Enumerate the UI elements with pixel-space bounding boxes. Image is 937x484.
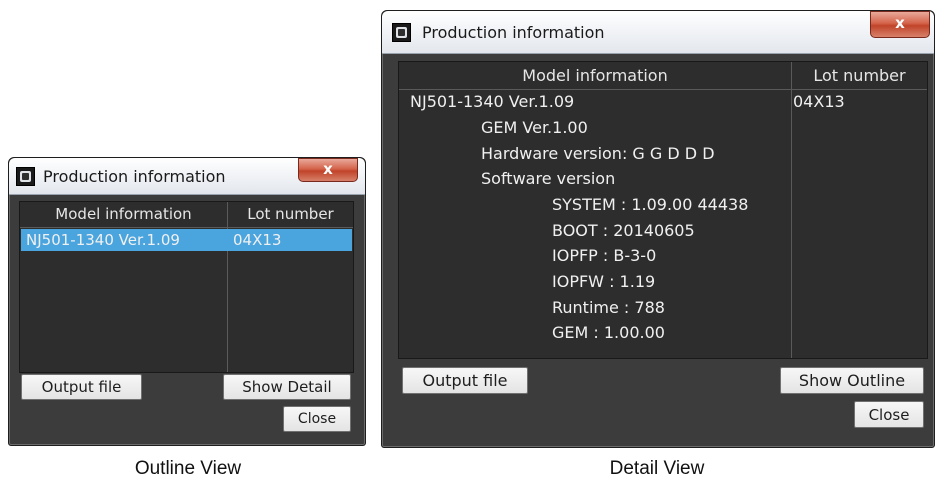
app-icon <box>392 23 411 42</box>
software-item-gem[interactable]: GEM : 1.00.00 <box>552 323 665 342</box>
detail-software-version-label[interactable]: Software version <box>481 169 615 188</box>
detail-hardware-version[interactable]: Hardware version: G G D D D <box>481 144 715 163</box>
software-item-iopfp[interactable]: IOPFP : B-3-0 <box>552 246 656 265</box>
detail-titlebar[interactable]: Production information x <box>382 11 934 54</box>
outline-titlebar[interactable]: Production information x <box>9 158 365 195</box>
output-file-button[interactable]: Output file <box>402 367 528 394</box>
software-item-system[interactable]: SYSTEM : 1.09.00 44438 <box>552 195 748 214</box>
show-outline-button[interactable]: Show Outline <box>780 367 924 394</box>
detail-window-title: Production information <box>422 23 605 42</box>
close-icon[interactable]: x <box>298 158 358 182</box>
software-item-iopfw[interactable]: IOPFW : 1.19 <box>552 272 655 291</box>
outline-window-title: Production information <box>43 167 226 186</box>
show-detail-button[interactable]: Show Detail <box>223 374 351 400</box>
detail-table: Model information Lot number NJ501-1340 … <box>398 61 928 359</box>
detail-dialog: Production information x Model informati… <box>381 10 935 448</box>
close-button[interactable]: Close <box>283 406 351 432</box>
close-button[interactable]: Close <box>854 401 924 428</box>
cell-lot-number[interactable]: 04X13 <box>233 230 281 250</box>
app-icon <box>16 167 35 186</box>
outline-table-header: Model information Lot number <box>20 202 353 228</box>
column-divider[interactable] <box>227 202 228 372</box>
detail-lot-number[interactable]: 04X13 <box>793 92 845 111</box>
software-item-runtime[interactable]: Runtime : 788 <box>552 298 665 317</box>
column-header-lot-number[interactable]: Lot number <box>792 62 927 89</box>
detail-gem-version[interactable]: GEM Ver.1.00 <box>481 118 588 137</box>
outline-table: Model information Lot number NJ501-1340 … <box>19 201 354 373</box>
outline-dialog: Production information x Model informati… <box>8 157 366 446</box>
software-item-boot[interactable]: BOOT : 20140605 <box>552 221 695 240</box>
detail-view-caption: Detail View <box>609 458 705 479</box>
column-header-lot-number[interactable]: Lot number <box>228 202 353 227</box>
detail-table-header: Model information Lot number <box>399 62 927 90</box>
column-header-model-information[interactable]: Model information <box>20 202 227 227</box>
cell-model[interactable]: NJ501-1340 Ver.1.09 <box>26 230 180 250</box>
close-icon[interactable]: x <box>870 11 930 38</box>
output-file-button[interactable]: Output file <box>21 374 142 400</box>
outline-view-caption: Outline View <box>134 458 242 479</box>
column-divider[interactable] <box>791 62 792 358</box>
column-header-model-information[interactable]: Model information <box>399 62 791 89</box>
detail-model[interactable]: NJ501-1340 Ver.1.09 <box>410 92 574 111</box>
